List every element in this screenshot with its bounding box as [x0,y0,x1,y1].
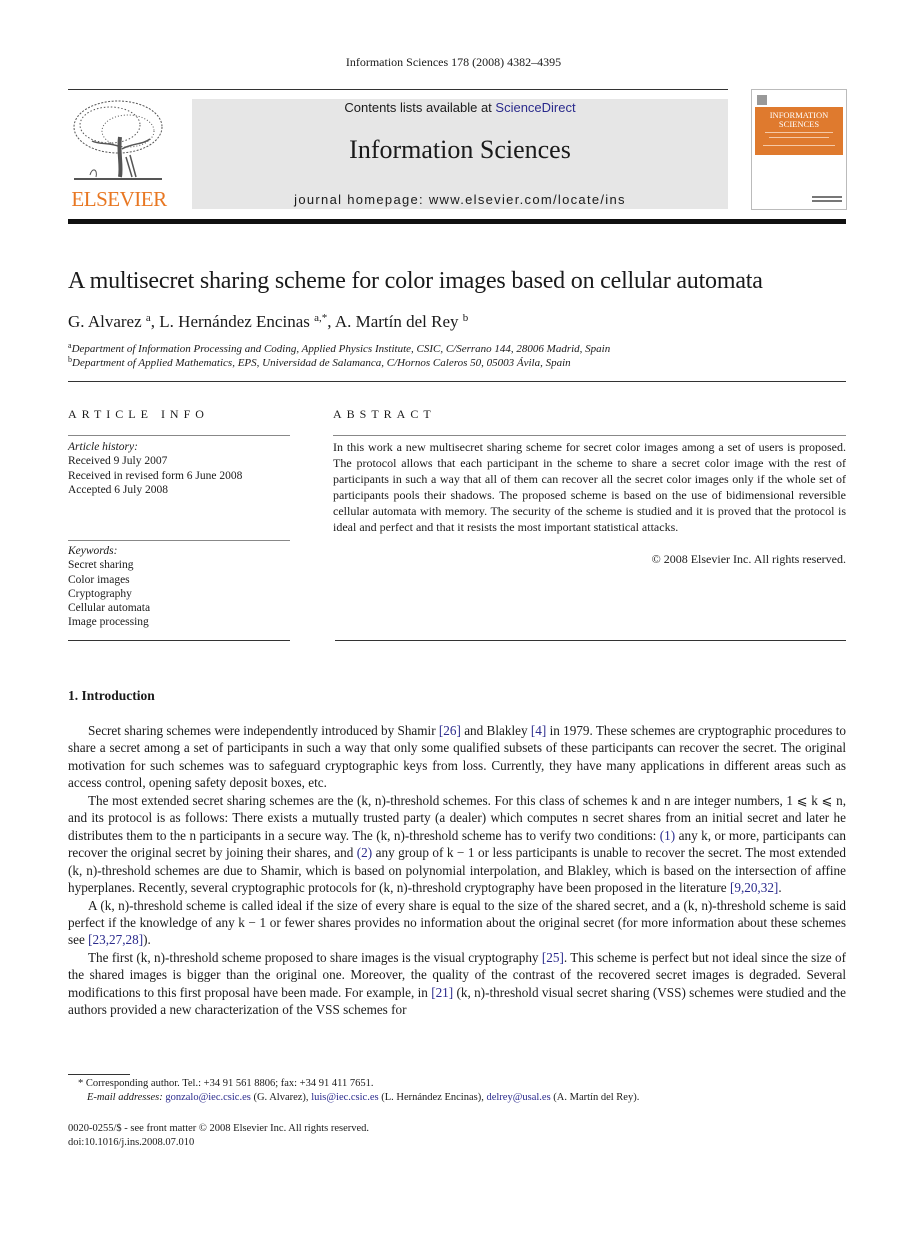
equation-link[interactable]: (2) [357,845,372,860]
elsevier-tree-icon [73,100,163,180]
author-mark: a,* [314,312,328,324]
reference-link[interactable]: [25] [542,950,564,965]
header-rule [68,89,728,90]
journal-banner: Contents lists available at ScienceDirec… [192,99,728,209]
equation-link[interactable]: (1) [660,828,675,843]
abstract-heading: ABSTRACT [333,407,436,421]
corresponding-author-note: * Corresponding author. Tel.: +34 91 561… [78,1078,374,1089]
doi-line[interactable]: doi:10.1016/j.ins.2008.07.010 [68,1136,369,1150]
paragraph: The most extended secret sharing schemes… [68,792,846,896]
email-link[interactable]: gonzalo@iec.csic.es [165,1092,250,1103]
issn-line: 0020-0255/$ - see front matter © 2008 El… [68,1123,370,1134]
history-item: Received in revised form 6 June 2008 [68,469,243,482]
keywords: Keywords: Secret sharing Color images Cr… [68,544,150,630]
email-addresses: E-mail addresses: gonzalo@iec.csic.es (G… [87,1092,640,1103]
history-item: Accepted 6 July 2008 [68,483,168,496]
cover-title: INFORMATION SCIENCES [769,110,829,129]
reference-link[interactable]: [23,27,28] [88,932,143,947]
elsevier-wordmark: ELSEVIER [71,187,167,211]
keyword: Image processing [68,616,149,629]
divider [68,640,290,641]
cover-title-band: INFORMATION SCIENCES [755,107,843,155]
cover-publisher-mark [812,196,842,204]
cover-subtitle-line [763,145,835,146]
divider [333,435,846,436]
keyword: Cryptography [68,587,132,600]
history-label: Article history: [68,441,138,453]
contents-prefix: Contents lists available at [344,100,496,115]
author-mark: a [145,312,151,324]
contents-line: Contents lists available at ScienceDirec… [192,100,728,115]
reference-link[interactable]: [21] [431,985,453,1000]
journal-name: Information Sciences [349,135,571,164]
cover-subtitle-line [769,137,829,138]
keywords-label: Keywords: [68,545,118,557]
reference-link[interactable]: [4] [531,723,546,738]
journal-citation: Information Sciences 178 (2008) 4382–439… [345,55,562,69]
journal-cover-thumbnail[interactable]: INFORMATION SCIENCES [751,89,847,210]
history-item: Received 9 July 2007 [68,455,168,468]
email-label: E-mail addresses: [87,1092,163,1103]
elsevier-logo[interactable]: ELSEVIER [68,97,170,211]
email-link[interactable]: luis@iec.csic.es [311,1092,378,1103]
paragraph: Secret sharing schemes were independentl… [68,723,847,791]
cover-elsevier-icon [757,95,767,105]
front-matter: 0020-0255/$ - see front matter © 2008 El… [68,1122,369,1150]
paragraph: A (k, n)-threshold scheme is called idea… [68,897,846,948]
author-name[interactable]: A. Martín del Rey [335,312,459,331]
introduction-body: Secret sharing schemes were independentl… [68,722,846,1019]
abstract-copyright: © 2008 Elsevier Inc. All rights reserved… [651,552,846,566]
divider [68,435,290,436]
affiliation: aDepartment of Information Processing an… [68,341,611,356]
sciencedirect-link[interactable]: ScienceDirect [495,100,575,115]
author-mark: b [462,312,469,324]
article-info-heading: ARTICLE INFO [68,407,209,421]
keyword: Cellular automata [68,602,151,615]
divider [335,640,846,641]
reference-link[interactable]: [9,20,32] [730,880,778,895]
header-thick-rule [68,219,846,224]
keyword: Secret sharing [68,559,134,572]
email-link[interactable]: delrey@usal.es [486,1092,550,1103]
article-history: Article history: Received 9 July 2007 Re… [68,440,242,497]
author-name[interactable]: L. Hernández Encinas [159,312,310,331]
author-list: G. Alvarez a, L. Hernández Encinas a,*, … [68,312,469,331]
article-title: A multisecret sharing scheme for color i… [68,268,763,294]
paragraph: The first (k, n)-threshold scheme propos… [68,949,846,1018]
section-divider [68,381,846,382]
footnote-rule [68,1074,130,1075]
journal-homepage-link[interactable]: journal homepage: www.elsevier.com/locat… [192,192,728,207]
keyword: Color images [68,573,130,586]
reference-link[interactable]: [26] [439,723,461,738]
divider [68,540,290,541]
affiliation: bDepartment of Applied Mathematics, EPS,… [68,355,571,370]
cover-subtitle-line [765,132,833,133]
section-heading-introduction: 1. Introduction [68,688,155,703]
author-name[interactable]: G. Alvarez [68,312,142,331]
abstract-text: In this work a new multisecret sharing s… [333,440,846,534]
